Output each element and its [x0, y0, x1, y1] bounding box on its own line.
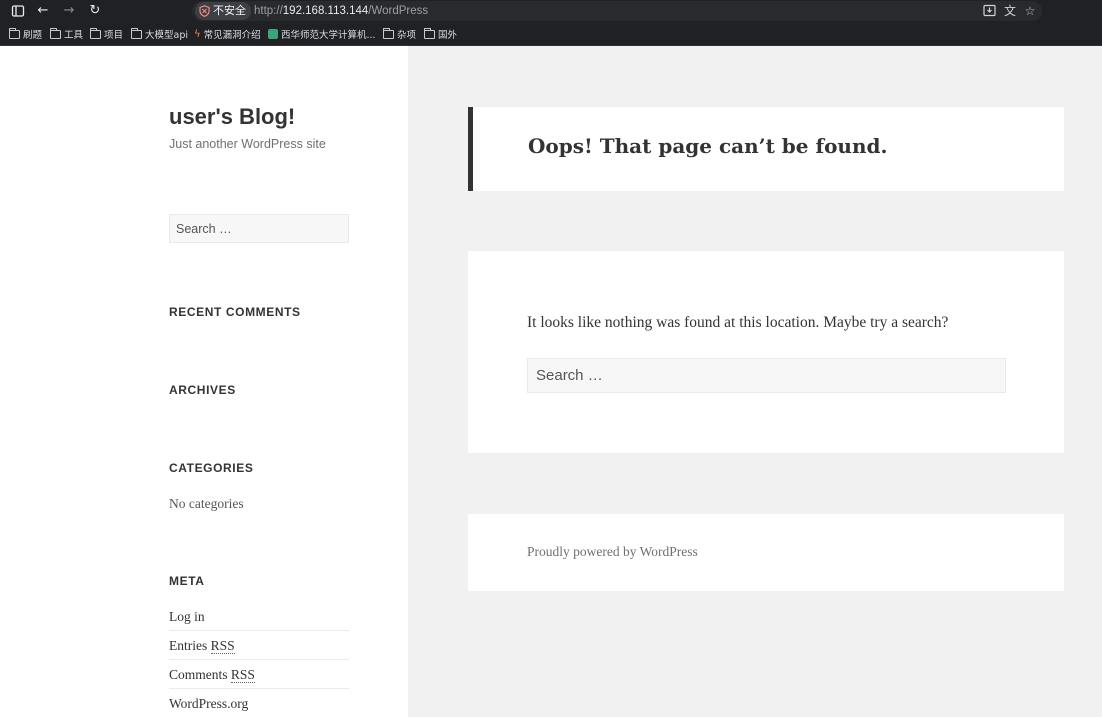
- meta-link-login[interactable]: Log in: [169, 602, 349, 631]
- bookmark-item[interactable]: 大模型api: [131, 26, 188, 42]
- archives-heading: ARCHIVES: [169, 383, 236, 397]
- folder-icon: [90, 27, 101, 39]
- install-app-icon[interactable]: [981, 3, 997, 19]
- security-label: 不安全: [213, 4, 246, 17]
- bookmark-label: 工具: [64, 30, 84, 41]
- recent-comments-heading: RECENT COMMENTS: [169, 305, 301, 319]
- url-text[interactable]: http://192.168.113.144/WordPress: [254, 2, 428, 20]
- bookmarks-bar: 刷题 工具 项目 大模型api ϟ 常见漏洞介绍 西华师范大学计算机... 杂项 …: [0, 22, 1102, 46]
- bookmark-item[interactable]: 工具: [50, 26, 83, 42]
- folder-icon: [50, 27, 61, 39]
- comments-rss-label: Comments: [169, 667, 231, 682]
- rss-abbr: RSS: [230, 667, 255, 683]
- url-host: 192.168.113.144: [282, 5, 369, 17]
- bookmark-label: 国外: [438, 30, 458, 41]
- folder-icon: [9, 27, 20, 39]
- site-icon: [268, 29, 278, 39]
- bookmark-label: 刷题: [23, 30, 43, 41]
- entries-rss-label: Entries: [169, 638, 211, 653]
- back-arrow-icon[interactable]: ←: [35, 3, 51, 19]
- bookmark-item[interactable]: 杂项: [383, 26, 416, 42]
- folder-icon: [131, 27, 142, 39]
- folder-icon: [383, 27, 394, 39]
- main-content: Oops! That page can’t be found. It looks…: [408, 46, 1102, 717]
- security-badge[interactable]: 不安全: [195, 2, 251, 20]
- main-search-input[interactable]: [527, 358, 1006, 393]
- bolt-icon: ϟ: [194, 28, 201, 40]
- meta-link-wordpress-org[interactable]: WordPress.org: [169, 689, 349, 717]
- page-title: Oops! That page can’t be found.: [528, 134, 888, 158]
- site-footer: Proudly powered by WordPress: [468, 514, 1064, 591]
- site-title[interactable]: user's Blog!: [169, 104, 295, 130]
- reload-icon[interactable]: ↻: [87, 3, 103, 19]
- categories-heading: CATEGORIES: [169, 461, 254, 475]
- browser-toolbar: ← → ↻ 不安全 http://192.168.113.144/WordPre…: [0, 0, 1102, 22]
- translate-icon[interactable]: 文: [1002, 3, 1018, 19]
- bookmark-label: 大模型api: [145, 30, 188, 41]
- bookmark-item[interactable]: 项目: [90, 26, 123, 42]
- bookmark-item[interactable]: 国外: [424, 26, 457, 42]
- sidebar-toggle-icon[interactable]: [10, 3, 26, 19]
- shield-warning-icon: [199, 5, 210, 17]
- sidebar-search-input[interactable]: [169, 214, 349, 243]
- bookmark-label: 常见漏洞介绍: [203, 30, 261, 41]
- sidebar: user's Blog! Just another WordPress site…: [0, 46, 408, 717]
- meta-link-entries-rss[interactable]: Entries RSS: [169, 631, 349, 660]
- error-message: It looks like nothing was found at this …: [527, 314, 949, 331]
- meta-heading: META: [169, 574, 205, 588]
- url-path: /WordPress: [368, 5, 429, 17]
- categories-empty-text: No categories: [169, 496, 244, 511]
- bookmark-label: 西华师范大学计算机...: [281, 30, 376, 41]
- folder-icon: [424, 27, 435, 39]
- url-scheme: http://: [254, 5, 283, 17]
- bookmark-star-icon[interactable]: ☆: [1022, 3, 1038, 19]
- bookmark-item[interactable]: ϟ 常见漏洞介绍: [194, 26, 261, 42]
- error-header-card: Oops! That page can’t be found.: [468, 107, 1064, 191]
- bookmark-label: 项目: [104, 30, 124, 41]
- footer-powered-by-link[interactable]: Proudly powered by WordPress: [527, 544, 698, 560]
- rss-abbr: RSS: [210, 638, 235, 654]
- forward-arrow-icon[interactable]: →: [61, 3, 77, 19]
- bookmark-label: 杂项: [397, 30, 417, 41]
- bookmark-item[interactable]: 西华师范大学计算机...: [268, 26, 376, 42]
- meta-link-comments-rss[interactable]: Comments RSS: [169, 660, 349, 689]
- bookmark-item[interactable]: 刷题: [9, 26, 42, 42]
- error-body-card: It looks like nothing was found at this …: [468, 251, 1064, 453]
- site-description: Just another WordPress site: [169, 137, 326, 151]
